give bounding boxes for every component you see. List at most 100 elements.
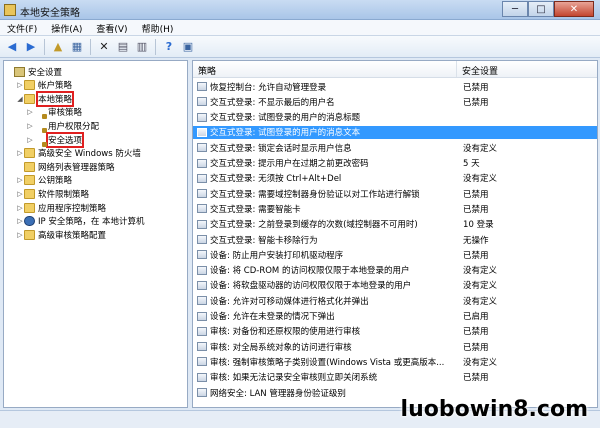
policy-icon — [197, 112, 207, 122]
close-button[interactable]: ✕ — [554, 1, 594, 17]
policy-icon — [197, 311, 207, 321]
table-row[interactable]: 设备: 将软盘驱动器的访问权限仅限于本地登录的用户 没有定义 — [193, 279, 597, 292]
policy-icon — [197, 82, 207, 91]
expand-arrow-icon[interactable]: ▷ — [16, 81, 24, 89]
up-folder-icon[interactable]: ▲ — [50, 39, 66, 55]
table-row[interactable]: 交互式登录: 需要域控制器身份验证以对工作站进行解锁 已禁用 — [193, 187, 597, 200]
expand-arrow-icon[interactable]: ▷ — [16, 217, 24, 225]
expand-arrow-icon[interactable]: ▷ — [16, 190, 24, 198]
expand-arrow-icon[interactable]: ▷ — [26, 108, 34, 116]
toolbar-separator — [155, 38, 156, 55]
policy-setting: 5 天 — [463, 159, 480, 169]
forward-arrow-icon[interactable]: ▶ — [23, 39, 39, 55]
show-tree-icon[interactable]: ▦ — [69, 39, 85, 55]
policy-setting: 已禁用 — [463, 373, 489, 384]
tree-item-label: 审核策略 — [48, 108, 83, 119]
table-row[interactable]: 交互式登录: 无须按 Ctrl+Alt+Del 没有定义 — [193, 172, 597, 185]
help-icon[interactable]: ? — [161, 39, 177, 55]
table-row[interactable]: 交互式登录: 不显示最后的用户名 已禁用 — [193, 95, 597, 108]
table-row[interactable]: 审核: 对备份和还原权限的使用进行审核 已禁用 — [193, 325, 597, 338]
policy-name: 设备: 将软盘驱动器的访问权限仅限于本地登录的用户 — [210, 281, 412, 292]
pane-splitter[interactable] — [189, 60, 191, 408]
policy-setting: 已禁用 — [463, 97, 489, 108]
minimize-button[interactable]: ─ — [502, 1, 528, 17]
table-row[interactable]: 审核: 对全局系统对象的访问进行审核 已禁用 — [193, 340, 597, 353]
export-icon[interactable]: ▥ — [134, 39, 150, 55]
expand-arrow-icon[interactable]: ▷ — [16, 204, 24, 212]
table-row[interactable]: 交互式登录: 试图登录的用户的消息文本 — [193, 125, 597, 139]
tree-item[interactable]: 网络列表管理器策略 — [16, 160, 115, 173]
tree-item[interactable]: ▷ IP 安全策略，在 本地计算机 — [16, 215, 145, 228]
menu-action[interactable]: 操作(A) — [44, 20, 89, 35]
tree-item-label: 安全设置 — [28, 67, 63, 78]
tree-item[interactable]: ▷ 帐户策略 — [16, 79, 72, 92]
policy-name: 审核: 对备份和还原权限的使用进行审核 — [210, 327, 361, 338]
tree-item[interactable]: ▷ 软件限制策略 — [16, 187, 89, 200]
policy-icon — [197, 357, 207, 367]
policy-icon — [197, 342, 207, 352]
policy-icon — [197, 372, 207, 382]
policy-name: 设备: 将 CD-ROM 的访问权限仅限于本地登录的用户 — [210, 266, 410, 277]
expand-arrow-icon[interactable]: ◢ — [16, 95, 24, 103]
menu-help[interactable]: 帮助(H) — [135, 20, 181, 35]
tree-item-label: 安全选项 — [45, 131, 85, 148]
expand-arrow-icon[interactable]: ▷ — [16, 231, 24, 239]
table-row[interactable]: 审核: 如果无法记录安全审核则立即关闭系统 已禁用 — [193, 371, 597, 384]
app-icon — [4, 4, 16, 16]
column-header-setting[interactable]: 安全设置 — [457, 61, 597, 77]
properties-icon[interactable]: ▤ — [115, 39, 131, 55]
policy-setting: 已启用 — [463, 312, 489, 322]
policy-name: 交互式登录: 无须按 Ctrl+Alt+Del — [210, 174, 342, 185]
expand-arrow-icon[interactable]: ▷ — [26, 136, 34, 144]
folder-icon — [24, 229, 35, 240]
folder-icon — [34, 121, 47, 133]
table-row[interactable]: 设备: 防止用户安装打印机驱动程序 已禁用 — [193, 248, 597, 261]
tree-item[interactable]: ▷ 公钥策略 — [16, 174, 72, 187]
table-row[interactable]: 交互式登录: 锁定会话时显示用户信息 没有定义 — [193, 141, 597, 154]
table-row[interactable]: 恢复控制台: 允许自动管理登录 已禁用 — [193, 80, 597, 93]
folder-icon — [24, 202, 35, 213]
policy-setting: 已禁用 — [463, 189, 489, 200]
delete-icon[interactable]: ✕ — [96, 39, 112, 55]
policy-name: 交互式登录: 试图登录的用户的消息文本 — [210, 128, 361, 139]
table-row[interactable]: 交互式登录: 试图登录的用户的消息标题 — [193, 111, 597, 124]
tree-item[interactable]: ▷ 高级安全 Windows 防火墙 — [16, 147, 141, 160]
ipsec-icon — [24, 216, 35, 227]
back-arrow-icon[interactable]: ◀ — [4, 39, 20, 55]
folder-icon — [34, 135, 47, 147]
policy-icon — [197, 388, 207, 397]
column-header-policy[interactable]: 策略 — [193, 61, 457, 77]
table-row[interactable]: 交互式登录: 提示用户在过期之前更改密码 5 天 — [193, 157, 597, 170]
table-row[interactable]: 交互式登录: 之前登录到缓存的次数(域控制器不可用时) 10 登录 — [193, 218, 597, 231]
policy-setting: 10 登录 — [463, 220, 494, 231]
tree-item[interactable]: ▷ 审核策略 — [26, 106, 83, 120]
policy-name: 设备: 允许对可移动媒体进行格式化并弹出 — [210, 296, 369, 307]
expand-arrow-icon[interactable]: ▷ — [16, 176, 24, 184]
tree-item[interactable]: ▷ 应用程序控制策略 — [16, 201, 106, 214]
policy-icon — [197, 219, 207, 229]
menu-file[interactable]: 文件(F) — [0, 20, 44, 35]
policy-icon — [197, 280, 207, 290]
tree-item[interactable]: ◢ 本地策略 — [16, 90, 75, 107]
tree-item[interactable]: ▷ 高级审核策略配置 — [16, 228, 106, 241]
table-row[interactable]: 设备: 允许在未登录的情况下弹出 已启用 — [193, 310, 597, 323]
table-row[interactable]: 设备: 将 CD-ROM 的访问权限仅限于本地登录的用户 没有定义 — [193, 264, 597, 277]
tree-item[interactable]: ▷ 用户权限分配 — [26, 119, 99, 133]
tree-item[interactable]: 安全设置 — [6, 65, 62, 78]
expand-arrow-icon[interactable]: ▷ — [16, 149, 24, 157]
menu-view[interactable]: 查看(V) — [89, 20, 134, 35]
expand-arrow-icon[interactable]: ▷ — [26, 122, 34, 130]
policy-name: 审核: 对全局系统对象的访问进行审核 — [210, 342, 352, 353]
folder-icon — [24, 188, 35, 199]
policy-name: 设备: 允许在未登录的情况下弹出 — [210, 312, 335, 322]
table-row[interactable]: 交互式登录: 智能卡移除行为 无操作 — [193, 233, 597, 246]
table-row[interactable]: 设备: 允许对可移动媒体进行格式化并弹出 没有定义 — [193, 294, 597, 307]
policy-setting: 已禁用 — [463, 327, 489, 338]
policy-setting: 没有定义 — [463, 296, 498, 307]
tree-item[interactable]: ▷ 安全选项 — [26, 131, 85, 148]
policy-name: 交互式登录: 不显示最后的用户名 — [210, 97, 335, 108]
table-row[interactable]: 审核: 强制审核策略子类别设置(Windows Vista 或更高版本... 没有… — [193, 355, 597, 368]
maximize-button[interactable]: □ — [528, 1, 554, 17]
view-icon[interactable]: ▣ — [180, 39, 196, 55]
table-row[interactable]: 交互式登录: 需要智能卡 已禁用 — [193, 202, 597, 215]
